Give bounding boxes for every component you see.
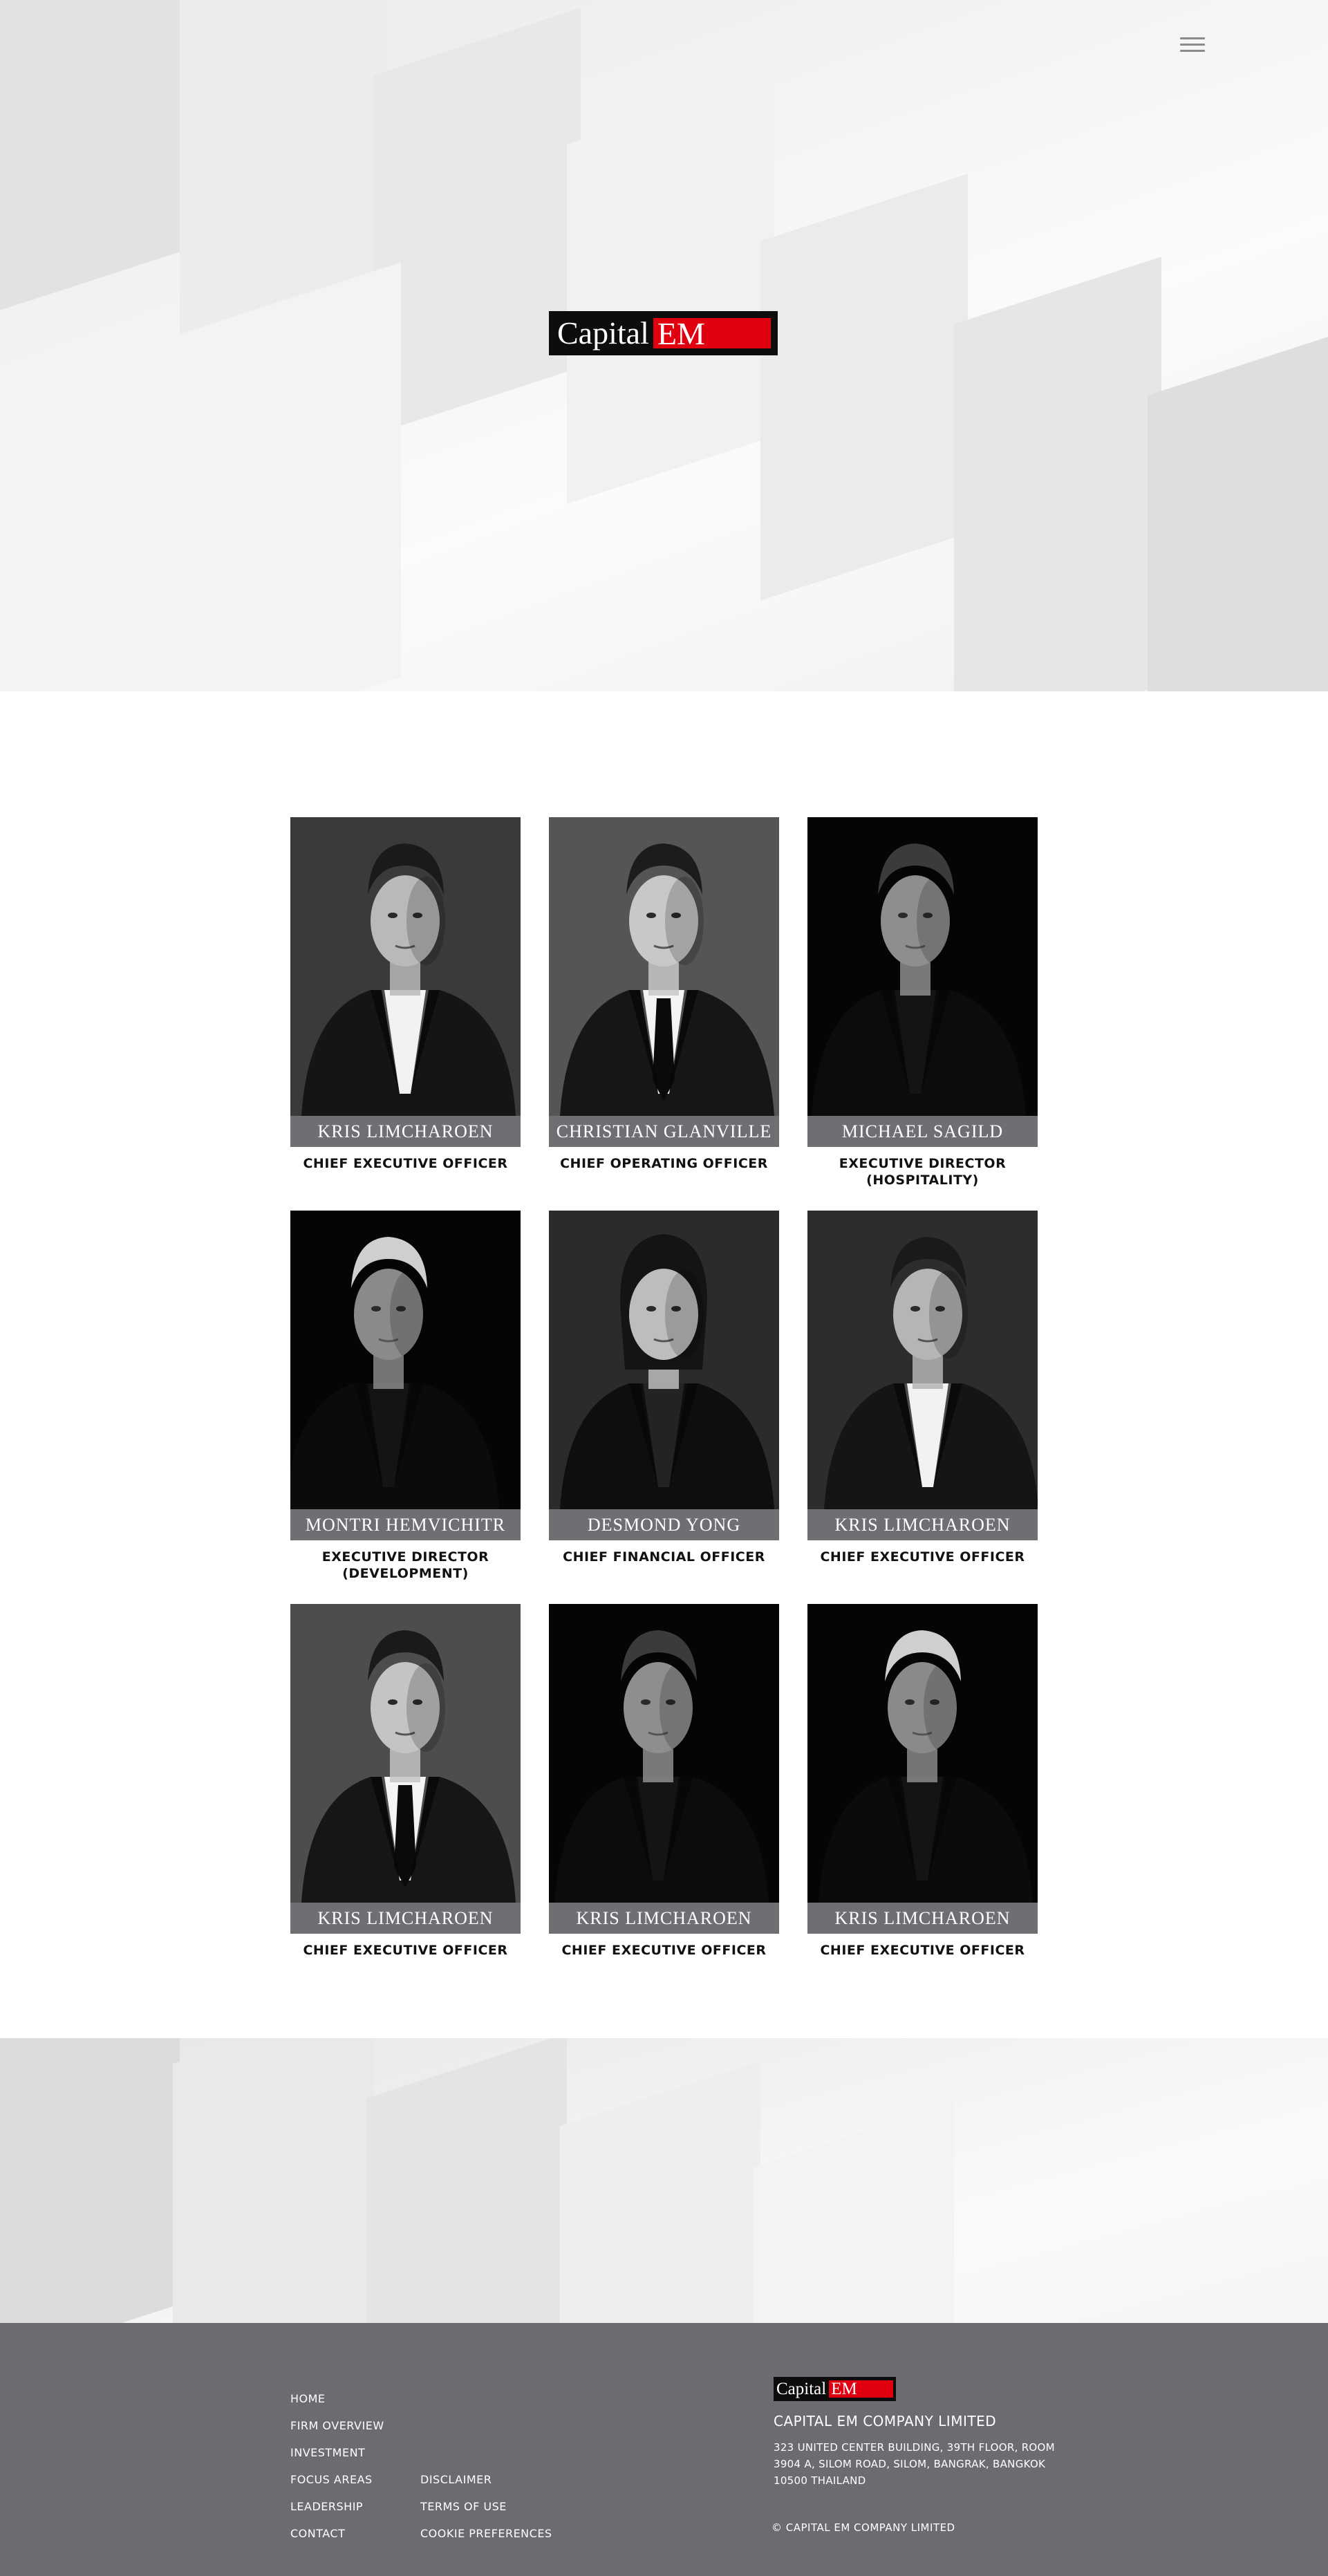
footer-nav-link[interactable]: CONTACT xyxy=(290,2527,345,2540)
decorative-band xyxy=(0,2038,1328,2323)
copyright: © CAPITAL EM COMPANY LIMITED xyxy=(771,2521,955,2534)
team-member-role: CHIEF EXECUTIVE OFFICER xyxy=(303,1156,508,1171)
team-member-photo[interactable] xyxy=(549,817,779,1116)
hero-facet xyxy=(760,174,968,601)
team-member-photo[interactable] xyxy=(290,1211,521,1509)
band-facet xyxy=(560,2060,760,2323)
hamburger-menu-icon[interactable] xyxy=(1177,33,1208,57)
team-member-role: CHIEF EXECUTIVE OFFICER xyxy=(820,1549,1025,1565)
team-member-role: CHIEF EXECUTIVE OFFICER xyxy=(561,1943,767,1958)
footer-nav-link[interactable]: LEADERSHIP xyxy=(290,2500,363,2513)
team-member-photo[interactable] xyxy=(807,1211,1038,1509)
company-address: 323 UNITED CENTER BUILDING, 39TH FLOOR, … xyxy=(774,2441,1055,2487)
team-member-name: KRIS LIMCHAROEN xyxy=(290,1903,521,1934)
team-member-name: DESMOND YONG xyxy=(549,1509,779,1540)
footer-legal-link[interactable]: TERMS OF USE xyxy=(420,2500,507,2513)
footer-logo[interactable]: Capital EM xyxy=(774,2377,896,2401)
site-footer: HOME FIRM OVERVIEW INVESTMENT FOCUS AREAS LE… xyxy=(0,2323,1328,2576)
site-logo[interactable]: Capital EM xyxy=(549,311,778,355)
team-member-photo[interactable] xyxy=(290,1604,521,1903)
footer-nav-link[interactable]: HOME xyxy=(290,2392,326,2405)
footer-nav-link[interactable]: FIRM OVERVIEW xyxy=(290,2419,384,2432)
band-facet xyxy=(0,2038,180,2323)
team-member-name: CHRISTIAN GLANVILLE xyxy=(549,1116,779,1147)
team-member-photo[interactable] xyxy=(290,817,521,1116)
menu-bar xyxy=(1180,37,1205,39)
hero-banner: Capital EM xyxy=(0,0,1328,691)
band-facet xyxy=(173,2038,373,2323)
hero-facet xyxy=(1148,324,1328,691)
team-member-name: KRIS LIMCHAROEN xyxy=(807,1903,1038,1934)
footer-logo-accent: EM xyxy=(829,2380,893,2398)
team-member-role: CHIEF FINANCIAL OFFICER xyxy=(563,1549,765,1565)
company-name: CAPITAL EM COMPANY LIMITED xyxy=(774,2413,997,2429)
team-member-name: MONTRI HEMVICHITR xyxy=(290,1509,521,1540)
hero-facet xyxy=(567,77,774,504)
team-member-role: EXECUTIVE DIRECTOR (DEVELOPMENT) xyxy=(321,1549,489,1581)
team-member-photo[interactable] xyxy=(549,1211,779,1509)
team-member-name: KRIS LIMCHAROEN xyxy=(549,1903,779,1934)
footer-legal-link[interactable]: COOKIE PREFERENCES xyxy=(420,2527,552,2540)
hero-facet xyxy=(954,256,1161,691)
team-member-photo[interactable] xyxy=(549,1604,779,1903)
team-member-role: EXECUTIVE DIRECTOR (HOSPITALITY) xyxy=(839,1156,1007,1188)
hero-facet xyxy=(0,262,401,691)
team-member-photo[interactable] xyxy=(807,817,1038,1116)
team-member-role: CHIEF EXECUTIVE OFFICER xyxy=(303,1943,508,1958)
footer-legal-link[interactable]: DISCLAIMER xyxy=(420,2473,492,2486)
team-member-role: CHIEF OPERATING OFFICER xyxy=(560,1156,768,1171)
team-member-role: CHIEF EXECUTIVE OFFICER xyxy=(820,1943,1025,1958)
team-member-name: KRIS LIMCHAROEN xyxy=(290,1116,521,1147)
team-member-name: MICHAEL SAGILD xyxy=(807,1116,1038,1147)
logo-text: Capital xyxy=(557,315,649,351)
logo-accent: EM xyxy=(653,316,771,351)
menu-bar xyxy=(1180,44,1205,46)
footer-logo-text: Capital xyxy=(776,2380,827,2398)
team-member-name: KRIS LIMCHAROEN xyxy=(807,1509,1038,1540)
band-facet xyxy=(366,2038,567,2323)
footer-nav-link[interactable]: INVESTMENT xyxy=(290,2446,365,2459)
band-facet xyxy=(754,2102,954,2323)
team-member-photo[interactable] xyxy=(807,1604,1038,1903)
menu-bar xyxy=(1180,50,1205,52)
footer-nav-link[interactable]: FOCUS AREAS xyxy=(290,2473,373,2486)
hero-facet xyxy=(373,8,581,435)
